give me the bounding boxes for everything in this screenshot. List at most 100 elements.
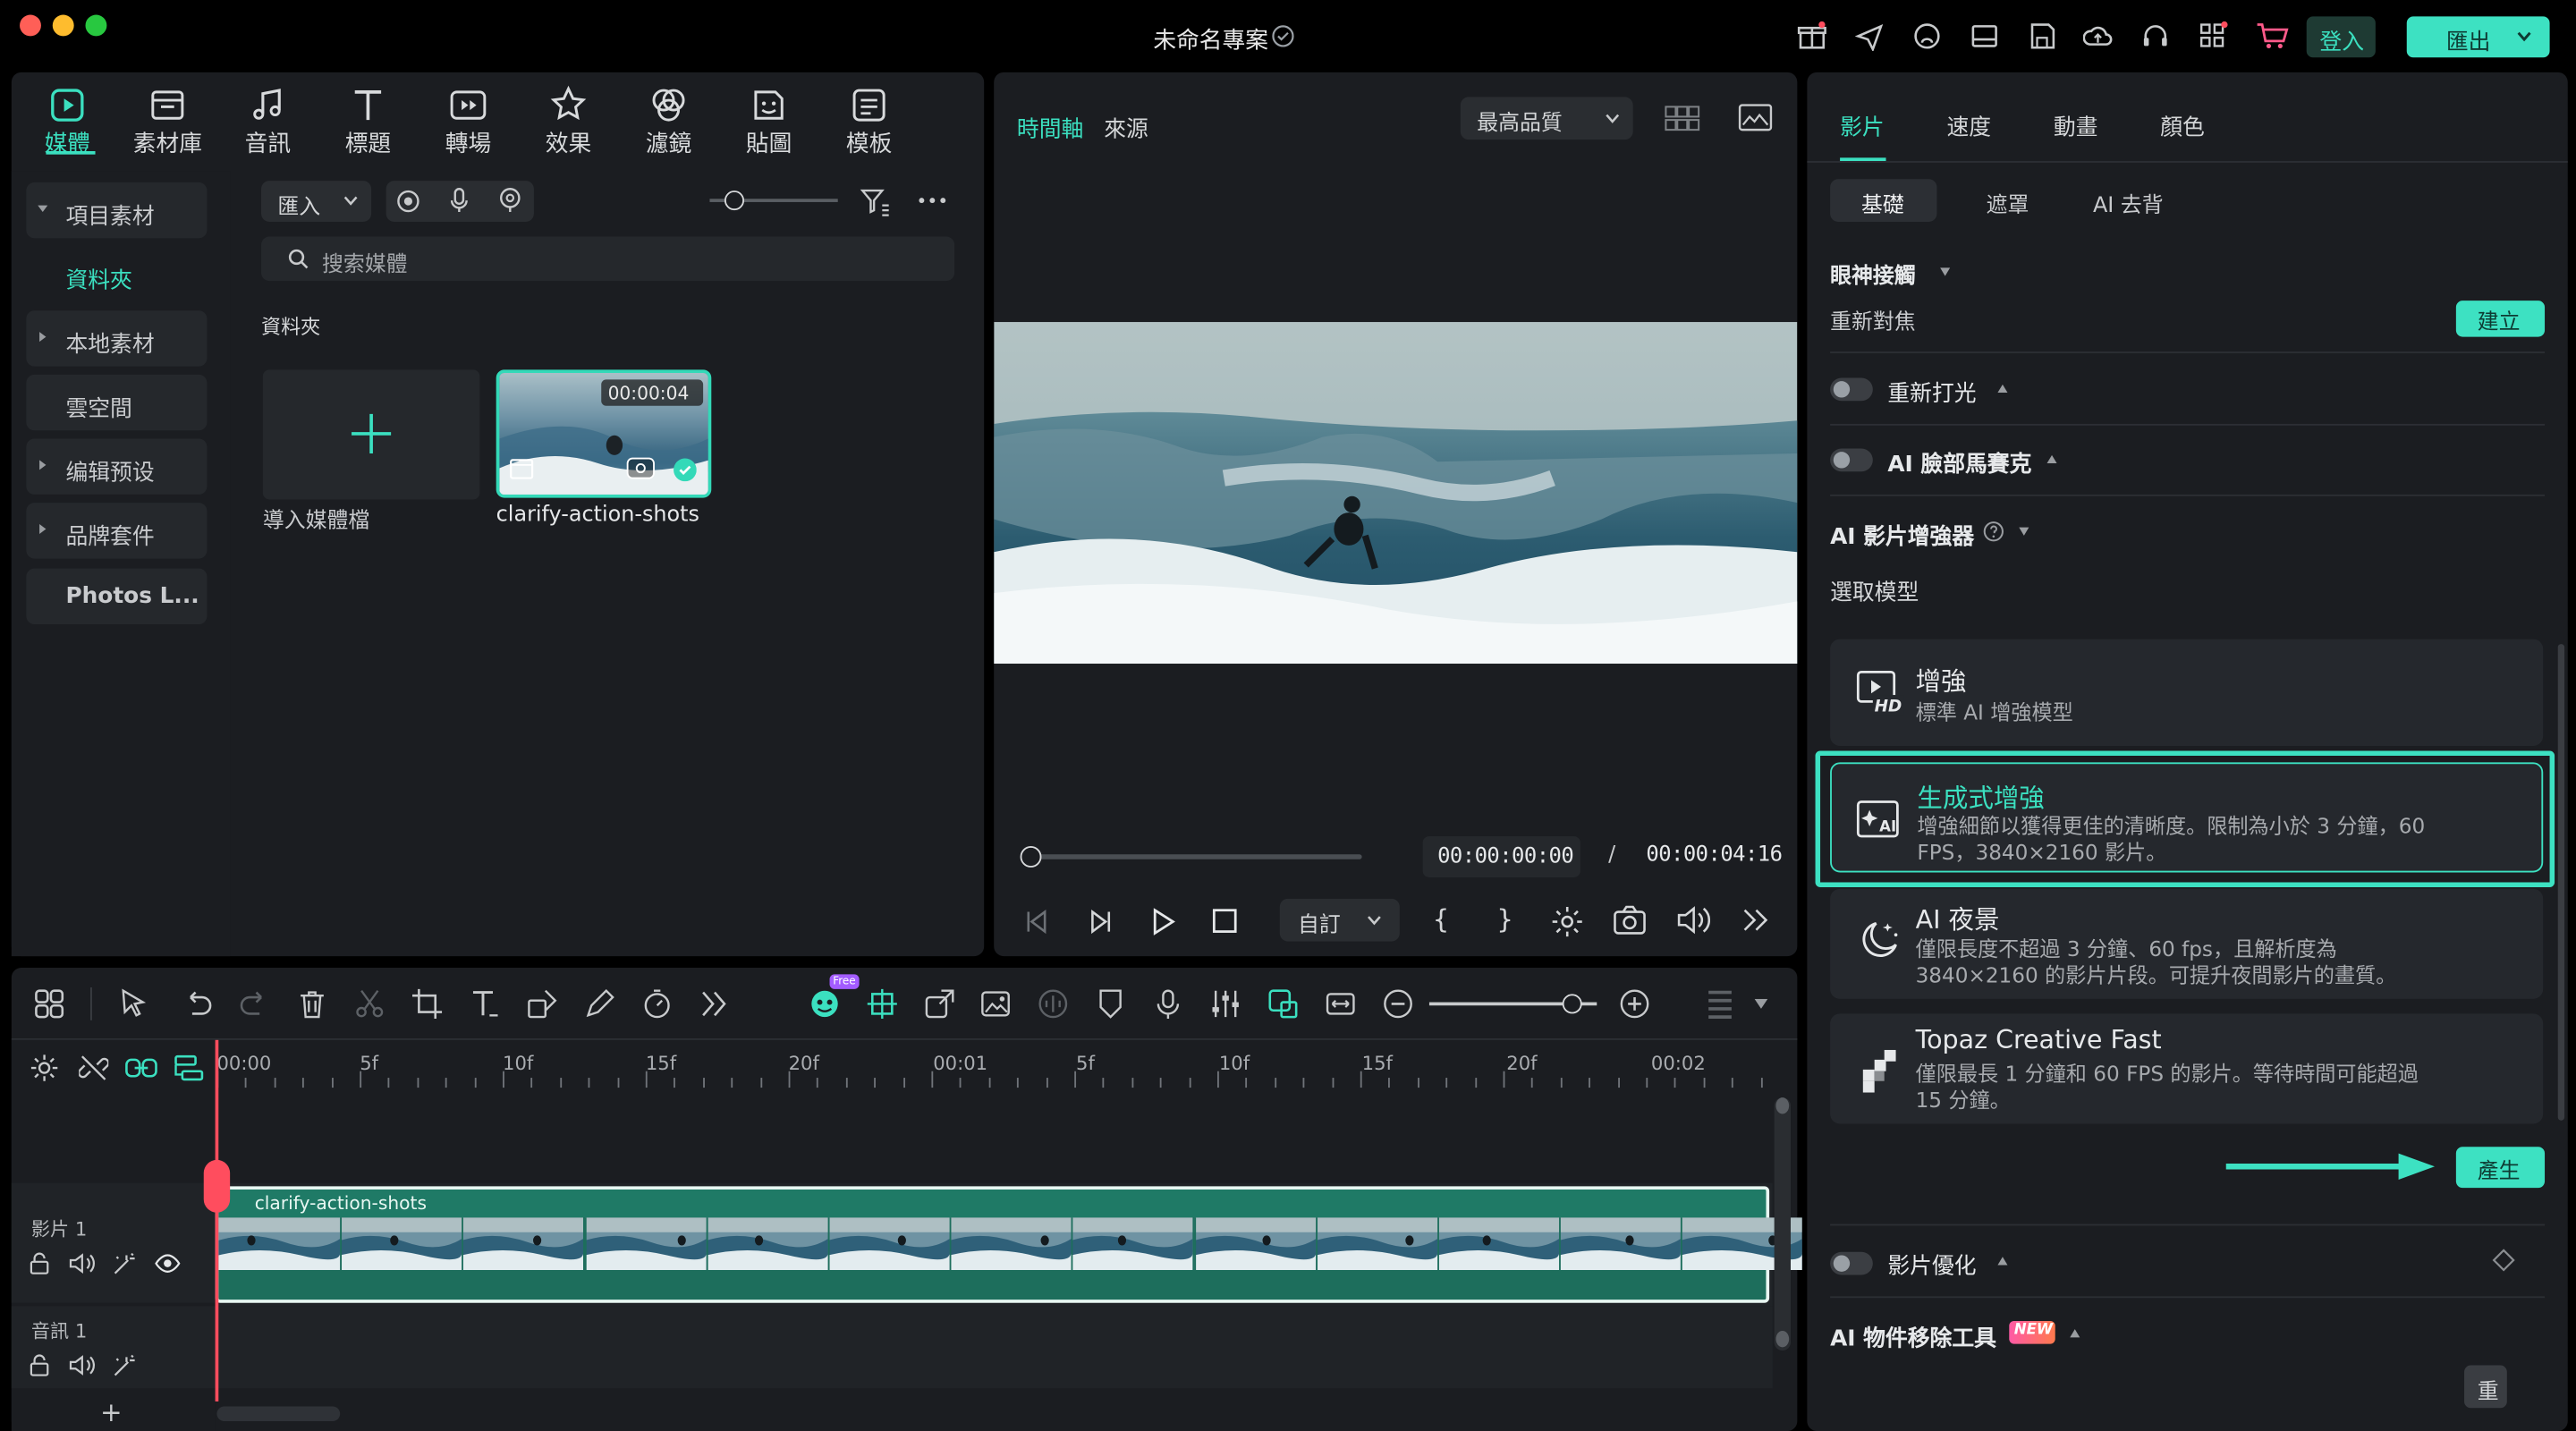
- toolbar-tab-effects-star[interactable]: 效果: [524, 85, 613, 157]
- volume-icon[interactable]: [1675, 905, 1711, 935]
- model-card-night[interactable]: AI 夜景 僅限長度不超過 3 分鐘、60 fps，且解析度為 3840×216…: [1830, 888, 2544, 999]
- playback-scrubber[interactable]: [1020, 846, 1042, 868]
- voice-record-icon[interactable]: [498, 187, 523, 213]
- playhead-handle[interactable]: [203, 1159, 231, 1213]
- support-headset-icon[interactable]: [2140, 21, 2170, 51]
- save-icon[interactable]: [2027, 21, 2056, 51]
- shape-tool-icon[interactable]: [526, 987, 559, 1020]
- help-circle-icon[interactable]: [1983, 521, 2004, 542]
- select-pointer-icon[interactable]: [118, 987, 151, 1020]
- property-subtab-2[interactable]: AI 去背: [2073, 179, 2189, 222]
- lock-track-icon[interactable]: [28, 1252, 51, 1275]
- layout-icon[interactable]: [1970, 21, 1999, 51]
- keyframe-diamond-icon[interactable]: [2492, 1249, 2515, 1272]
- playback-progress-bar[interactable]: [1030, 854, 1362, 859]
- model-card-enhance[interactable]: HD 增強 標準 AI 增強模型: [1830, 639, 2544, 746]
- enhancer-collapse-icon[interactable]: [2019, 527, 2029, 536]
- model-card-generative[interactable]: AI 生成式增強 增強細節以獲得更佳的清晰度。限制為小於 3 分鐘，60 FPS…: [1830, 762, 2544, 873]
- undo-icon[interactable]: [181, 987, 214, 1020]
- mute-track-icon[interactable]: [69, 1252, 95, 1275]
- face-mosaic-expand-icon[interactable]: [2046, 454, 2057, 464]
- send-feedback-icon[interactable]: [1854, 21, 1885, 51]
- chevron-down-icon[interactable]: [1754, 998, 1768, 1009]
- voiceover-mic-icon[interactable]: [1152, 987, 1185, 1020]
- import-media-tile[interactable]: [262, 369, 480, 500]
- sidebar-item-0[interactable]: 項目素材: [26, 182, 208, 239]
- delete-icon[interactable]: [296, 987, 329, 1020]
- smart-cutout-icon[interactable]: [866, 987, 899, 1020]
- reset-button[interactable]: 重: [2464, 1365, 2507, 1409]
- property-tab-0[interactable]: 影片: [1840, 108, 1885, 141]
- link-clips-icon[interactable]: [125, 1054, 158, 1083]
- community-icon[interactable]: [1912, 21, 1942, 51]
- relight-expand-icon[interactable]: [1997, 384, 2008, 394]
- split-scissors-icon[interactable]: [353, 987, 386, 1020]
- sidebar-item-6[interactable]: Photos L...: [26, 568, 208, 625]
- property-subtab-1[interactable]: 遮罩: [1955, 179, 2057, 222]
- current-time-display[interactable]: 00:00:00:00: [1422, 836, 1580, 877]
- export-button[interactable]: 匯出: [2406, 16, 2550, 58]
- gift-icon[interactable]: [1797, 21, 1826, 51]
- unlink-icon[interactable]: [79, 1054, 109, 1083]
- search-media-input[interactable]: 搜索媒體: [261, 236, 955, 282]
- preview-quality-select[interactable]: 最高品質: [1460, 97, 1633, 140]
- playhead[interactable]: [215, 1039, 219, 1401]
- optimize-expand-icon[interactable]: [1997, 1257, 2008, 1266]
- login-button[interactable]: 登入: [2306, 16, 2376, 58]
- marker-shield-icon[interactable]: [1094, 987, 1127, 1020]
- maximize-window-button[interactable]: [85, 14, 107, 37]
- generate-button[interactable]: 產生: [2455, 1147, 2546, 1189]
- ai-copilot-icon[interactable]: [809, 987, 842, 1020]
- record-screen-icon[interactable]: [396, 189, 421, 214]
- mute-audio-track-icon[interactable]: [69, 1354, 95, 1377]
- eye-contact-collapse-icon[interactable]: [1940, 267, 1951, 276]
- camera-snapshot-icon[interactable]: [1614, 905, 1647, 935]
- zoom-in-icon[interactable]: [1618, 987, 1651, 1020]
- audio-wand-icon[interactable]: [112, 1354, 137, 1379]
- toolbar-tab-sticker[interactable]: 貼圖: [724, 86, 813, 157]
- cart-icon[interactable]: [2256, 21, 2289, 51]
- cloud-upload-icon[interactable]: [2082, 21, 2113, 51]
- text-tool-icon[interactable]: [468, 987, 501, 1020]
- media-clip-thumbnail[interactable]: 00:00:04: [496, 369, 712, 498]
- auto-beat-icon[interactable]: [1037, 987, 1070, 1020]
- object-remove-expand-icon[interactable]: [2070, 1329, 2080, 1338]
- add-track-button[interactable]: +: [100, 1396, 123, 1427]
- property-tab-2[interactable]: 動畫: [2054, 108, 2098, 141]
- more-tools-icon[interactable]: [699, 987, 732, 1020]
- fit-width-icon[interactable]: [1324, 987, 1357, 1020]
- track-layout-icon[interactable]: [173, 1054, 206, 1083]
- video-preview[interactable]: [994, 322, 1798, 665]
- vertical-scroll-handle-bottom[interactable]: [1775, 1330, 1790, 1348]
- close-window-button[interactable]: [20, 14, 41, 37]
- apps-grid-icon[interactable]: [2199, 21, 2228, 51]
- export-frame-icon[interactable]: [923, 987, 956, 1020]
- mark-in-button[interactable]: {: [1433, 903, 1450, 935]
- toolbar-tab-template[interactable]: 模板: [825, 86, 913, 157]
- property-scrollbar[interactable]: [2557, 644, 2565, 1121]
- create-button[interactable]: 建立: [2455, 301, 2546, 337]
- more-controls-icon[interactable]: [1741, 907, 1769, 933]
- grid-view-icon[interactable]: [1665, 106, 1700, 131]
- model-card-topaz[interactable]: Topaz Creative Fast 僅限最長 1 分鐘和 60 FPS 的影…: [1830, 1013, 2544, 1124]
- player-tab-source[interactable]: 來源: [1104, 110, 1148, 142]
- microphone-icon[interactable]: [447, 187, 472, 213]
- toolbar-tab-music-note[interactable]: 音訊: [224, 86, 312, 157]
- toolbar-tab-transition[interactable]: 轉場: [424, 86, 513, 157]
- track-settings-icon[interactable]: [30, 1054, 59, 1083]
- vertical-scroll-handle-top[interactable]: [1775, 1097, 1790, 1114]
- toolbar-tab-filter[interactable]: 濾鏡: [624, 86, 713, 157]
- playback-zoom-select[interactable]: 自訂: [1279, 898, 1400, 942]
- visibility-eye-icon[interactable]: [155, 1254, 181, 1274]
- video-optimize-toggle[interactable]: [1830, 1251, 1873, 1275]
- render-settings-icon[interactable]: [1551, 905, 1584, 938]
- next-frame-icon[interactable]: [1086, 907, 1115, 936]
- property-subtab-0[interactable]: 基礎: [1830, 179, 1937, 222]
- mark-out-button[interactable]: }: [1496, 903, 1513, 935]
- stop-icon[interactable]: [1211, 907, 1239, 935]
- zoom-out-icon[interactable]: [1382, 987, 1415, 1020]
- pip-track-icon[interactable]: [1267, 987, 1300, 1020]
- sidebar-item-5[interactable]: 品牌套件: [26, 503, 208, 559]
- face-mosaic-toggle[interactable]: [1830, 448, 1873, 472]
- lock-audio-track-icon[interactable]: [28, 1354, 51, 1377]
